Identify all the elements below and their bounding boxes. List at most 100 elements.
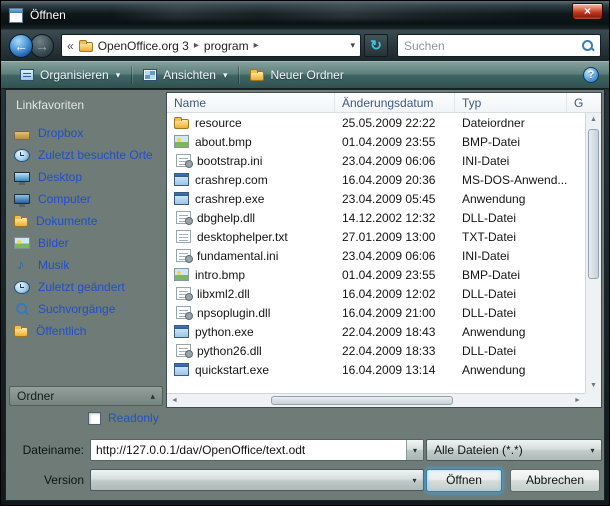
file-row[interactable]: python26.dll 22.04.2009 18:33 DLL-Datei [167, 341, 585, 360]
file-icon [176, 211, 191, 224]
file-name: desktophelper.txt [197, 230, 288, 244]
scroll-up-icon[interactable]: ▲ [586, 113, 601, 127]
column-header-date[interactable]: Änderungsdatum [335, 93, 455, 112]
sidebar-item[interactable]: Musik [14, 254, 160, 276]
vertical-scrollbar[interactable]: ▲ ▼ [585, 113, 601, 393]
sidebar-item[interactable]: Zuletzt besuchte Orte [14, 144, 160, 166]
file-row[interactable]: python.exe 22.04.2009 18:43 Anwendung [167, 322, 585, 341]
file-row[interactable]: crashrep.exe 23.04.2009 05:45 Anwendung [167, 189, 585, 208]
filename-dropdown-icon[interactable]: ▾ [406, 440, 423, 460]
file-name-cell: crashrep.com [167, 173, 335, 187]
horizontal-scrollbar[interactable]: ◄ ► [167, 393, 585, 407]
breadcrumb-segment[interactable]: program [204, 39, 249, 53]
search-icon[interactable] [581, 39, 594, 52]
file-name-cell: quickstart.exe [167, 363, 335, 377]
open-button[interactable]: Öffnen [426, 469, 502, 492]
file-icon [174, 363, 189, 376]
sidebar-item[interactable]: Dokumente [14, 210, 160, 232]
file-type-cell: Anwendung [455, 192, 567, 206]
file-name-cell: fundamental.ini [167, 249, 335, 263]
file-type-cell: BMP-Datei [455, 135, 567, 149]
file-row[interactable]: intro.bmp 01.04.2009 23:55 BMP-Datei [167, 265, 585, 284]
back-button[interactable]: ← [9, 34, 33, 58]
scroll-right-icon[interactable]: ► [570, 394, 585, 407]
sidebar-item-icon [14, 172, 30, 182]
filename-combobox[interactable]: ▾ [90, 439, 424, 461]
scroll-down-icon[interactable]: ▼ [586, 379, 601, 393]
sidebar-item[interactable]: Bilder [14, 232, 160, 254]
file-type-cell: Anwendung [455, 325, 567, 339]
file-row[interactable]: npsoplugin.dll 16.04.2009 21:00 DLL-Date… [167, 303, 585, 322]
folders-label: Ordner [17, 389, 54, 403]
sidebar-item[interactable]: Zuletzt geändert [14, 276, 160, 298]
close-button[interactable]: × [572, 3, 603, 20]
help-button[interactable]: ? [583, 67, 599, 83]
forward-button[interactable]: → [30, 34, 54, 58]
file-icon [176, 287, 191, 300]
file-row[interactable]: quickstart.exe 16.04.2009 13:14 Anwendun… [167, 360, 585, 379]
organize-icon [20, 69, 34, 81]
sidebar-item[interactable]: Computer [14, 188, 160, 210]
file-type-cell: DLL-Datei [455, 211, 567, 225]
file-date-cell: 16.04.2009 12:02 [335, 287, 455, 301]
file-row[interactable]: desktophelper.txt 27.01.2009 13:00 TXT-D… [167, 227, 585, 246]
search-input[interactable] [404, 39, 581, 53]
file-row[interactable]: libxml2.dll 16.04.2009 12:02 DLL-Datei [167, 284, 585, 303]
sidebar-item-label: Zuletzt besuchte Orte [38, 148, 153, 162]
titlebar: Öffnen × [1, 1, 609, 29]
sidebar-item[interactable]: Öffentlich [14, 320, 160, 342]
file-row[interactable]: bootstrap.ini 23.04.2009 06:06 INI-Datei [167, 151, 585, 170]
toolbar-separator [131, 66, 132, 84]
cancel-button[interactable]: Abbrechen [510, 469, 600, 492]
vertical-scroll-thumb[interactable] [588, 129, 599, 279]
readonly-option[interactable]: Readonly [88, 411, 159, 425]
file-date-cell: 23.04.2009 06:06 [335, 154, 455, 168]
sidebar-item[interactable]: Dropbox [14, 122, 160, 144]
chevron-right-icon[interactable]: ▸ [194, 40, 199, 51]
file-type-cell: Dateiordner [455, 116, 567, 130]
sidebar-item-label: Dropbox [38, 126, 83, 140]
file-row[interactable]: fundamental.ini 23.04.2009 06:06 INI-Dat… [167, 246, 585, 265]
folders-bar[interactable]: Ordner ▴ [9, 386, 163, 406]
file-name: crashrep.exe [195, 192, 264, 206]
scrollbar-corner [585, 393, 601, 407]
file-name: dbghelp.dll [197, 211, 255, 225]
readonly-checkbox[interactable] [88, 412, 101, 425]
breadcrumb-segment[interactable]: OpenOffice.org 3 [98, 39, 189, 53]
file-name-cell: python26.dll [167, 344, 335, 358]
column-header-name[interactable]: Name [167, 93, 335, 112]
window-icon [9, 8, 23, 23]
new-folder-button[interactable]: Neuer Ordner [241, 65, 352, 85]
file-name-cell: desktophelper.txt [167, 230, 335, 244]
file-name: npsoplugin.dll [197, 306, 270, 320]
file-name: python26.dll [197, 344, 262, 358]
file-icon [174, 192, 189, 205]
sidebar-item[interactable]: Suchvorgänge [14, 298, 160, 320]
breadcrumb[interactable]: « OpenOffice.org 3 ▸ program ▸ ▾ [61, 34, 361, 57]
filetype-dropdown[interactable]: Alle Dateien (*.*) ▾ [426, 439, 602, 461]
organize-label: Organisieren [40, 68, 109, 82]
file-row[interactable]: about.bmp 01.04.2009 23:55 BMP-Datei [167, 132, 585, 151]
views-button[interactable]: Ansichten ▾ [134, 65, 236, 85]
breadcrumb-overflow-icon[interactable]: « [67, 39, 74, 53]
file-type-cell: BMP-Datei [455, 268, 567, 282]
scroll-left-icon[interactable]: ◄ [167, 394, 182, 407]
file-row[interactable]: crashrep.com 16.04.2009 20:36 MS-DOS-Anw… [167, 170, 585, 189]
file-row[interactable]: resource 25.05.2009 22:22 Dateiordner [167, 113, 585, 132]
chevron-right-icon[interactable]: ▸ [254, 40, 259, 51]
search-box[interactable] [397, 34, 601, 57]
file-row[interactable]: dbghelp.dll 14.12.2002 12:32 DLL-Datei [167, 208, 585, 227]
file-name-cell: bootstrap.ini [167, 154, 335, 168]
breadcrumb-dropdown-icon[interactable]: ▾ [350, 40, 355, 51]
horizontal-scroll-thumb[interactable] [271, 396, 453, 405]
refresh-button[interactable]: ↻ [364, 34, 388, 57]
version-dropdown[interactable]: ▾ [90, 469, 424, 491]
sidebar-item-icon [14, 327, 28, 337]
column-header-size[interactable]: G [567, 93, 601, 112]
file-name: crashrep.com [195, 173, 268, 187]
sidebar-item[interactable]: Desktop [14, 166, 160, 188]
column-header-type[interactable]: Typ [455, 93, 567, 112]
views-icon [143, 69, 157, 81]
organize-button[interactable]: Organisieren ▾ [11, 65, 129, 85]
filename-input[interactable] [91, 440, 406, 460]
